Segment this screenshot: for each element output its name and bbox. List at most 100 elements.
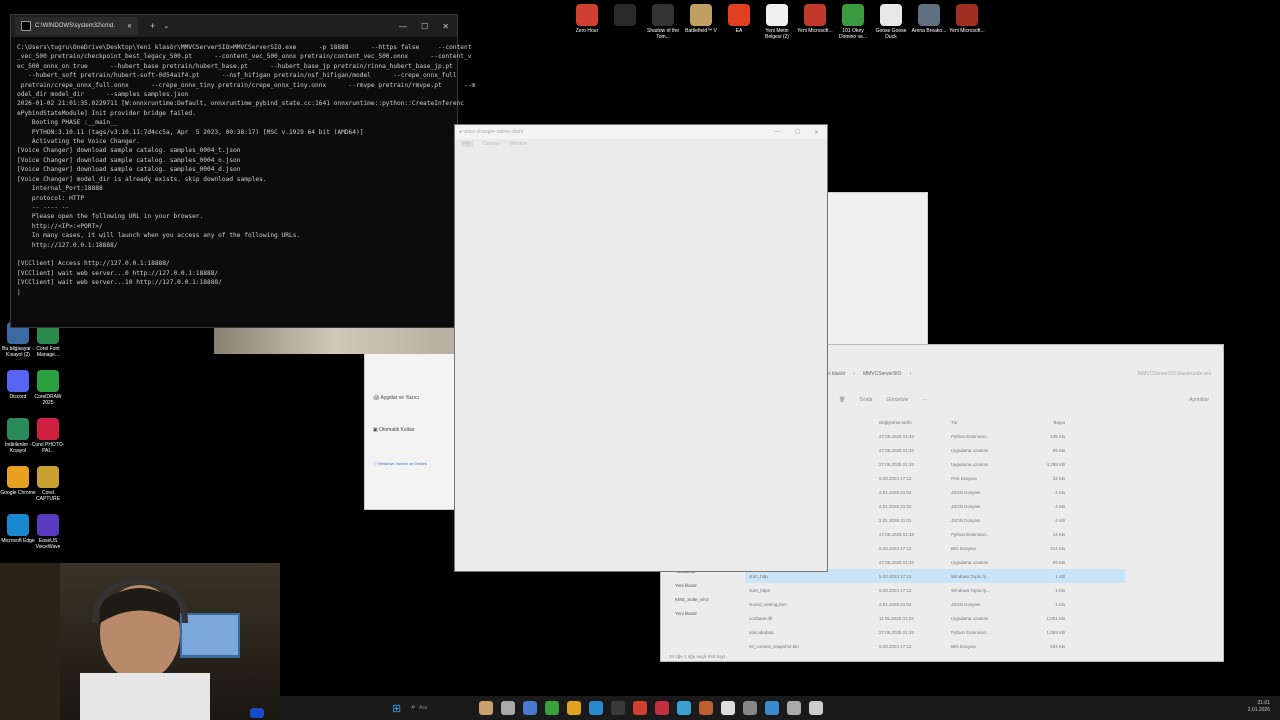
desktop-shortcut[interactable] bbox=[606, 4, 644, 28]
breadcrumb-item[interactable]: MMVCServerSIO bbox=[863, 371, 902, 377]
desktop-shortcut[interactable]: Corel PHOTO-PAI... bbox=[30, 418, 66, 454]
desktop-shortcut[interactable]: Yeni Metin Belgesi (2) bbox=[758, 4, 796, 40]
cell-date: 2.01.2026 21:01 bbox=[879, 489, 912, 495]
desktop-shortcut[interactable]: Zero Hour bbox=[568, 4, 606, 34]
trash-icon[interactable]: 🗑 bbox=[839, 397, 845, 403]
maximize-icon[interactable]: ☐ bbox=[795, 129, 800, 136]
table-row[interactable]: ucrtbase.dll 11.05.2025 01:23 Uygulama uza… bbox=[745, 611, 1125, 625]
desktop-shortcut[interactable]: Corel CAPTURE bbox=[30, 466, 66, 502]
taskbar-app-icon[interactable] bbox=[545, 701, 560, 715]
taskbar-app-icon[interactable] bbox=[765, 701, 780, 715]
menu-display[interactable]: Display bbox=[483, 141, 499, 147]
view-button[interactable]: Görüntüle bbox=[886, 397, 908, 403]
taskbar-app-icon[interactable] bbox=[655, 701, 670, 715]
native-client-window[interactable]: ● voice-changer-native-client — ☐ ✕ File… bbox=[454, 124, 828, 572]
desktop-shortcut[interactable]: Yeni Microsoft... bbox=[948, 4, 986, 34]
desktop-shortcut[interactable]: Yeni Microsoft... bbox=[796, 4, 834, 34]
taskbar-app-icon[interactable] bbox=[787, 701, 802, 715]
table-row[interactable]: start_https 5.03.2024 17:12 Windows Toplu … bbox=[745, 583, 1125, 597]
table-row[interactable]: stored_setting.json 2.01.2026 21:01 JSON D… bbox=[745, 597, 1125, 611]
shortcut-label: Arena Breako... bbox=[911, 28, 947, 34]
cell-size: 14 KB bbox=[1052, 531, 1065, 537]
settings-item-autoplay[interactable]: ▣ Otomatik Kullan bbox=[373, 427, 414, 433]
cell-size: 4 KB bbox=[1055, 503, 1065, 509]
nav-item[interactable]: KMS_Suite_v9.0 bbox=[675, 593, 709, 607]
desktop-shortcut[interactable]: 101 Okey Domino ve... bbox=[834, 4, 872, 40]
minimize-icon[interactable]: — bbox=[399, 22, 407, 31]
header-size[interactable]: Boyut bbox=[1025, 420, 1065, 425]
taskbar-app-icon[interactable] bbox=[501, 701, 516, 715]
background-window[interactable] bbox=[826, 192, 928, 347]
start-icon[interactable]: ⊞ bbox=[392, 702, 401, 715]
maximize-icon[interactable]: ☐ bbox=[421, 22, 428, 31]
explorer-toolbar: 🗑 Sırala Görüntüle ··· bbox=[839, 397, 927, 403]
details-button[interactable]: Ayrıntılar bbox=[1189, 397, 1209, 403]
header-type[interactable]: Tür bbox=[951, 420, 1025, 425]
taskbar-app-icon[interactable] bbox=[699, 701, 714, 715]
printer-icon: 🖨 bbox=[373, 395, 380, 401]
desktop-shortcut[interactable]: Shadow of the Tom... bbox=[644, 4, 682, 40]
shortcut-label: Corel CAPTURE bbox=[36, 490, 60, 502]
taskbar-app-icon[interactable] bbox=[567, 701, 582, 715]
shortcut-label: Zero Hour bbox=[575, 28, 599, 34]
cmd-window[interactable]: C:\WINDOWS\system32\cmd. ✕ + ⌄ — ☐ ✕ C:\… bbox=[10, 14, 475, 328]
desktop-shortcut[interactable]: EaseUS VoiceWave bbox=[30, 514, 66, 550]
close-icon[interactable]: ✕ bbox=[814, 129, 819, 136]
native-titlebar[interactable]: ● voice-changer-native-client — ☐ ✕ bbox=[455, 125, 827, 139]
app-icon bbox=[766, 4, 788, 26]
taskbar-app-icon[interactable] bbox=[589, 701, 604, 715]
menu-window[interactable]: Window bbox=[509, 141, 527, 147]
tab-title: C:\WINDOWS\system32\cmd. bbox=[35, 23, 116, 29]
cell-date: 5.03.2024 17:12 bbox=[879, 587, 912, 593]
taskbar-app-icon[interactable] bbox=[809, 701, 824, 715]
breadcrumb[interactable]: Yeni klasör › MMVCServerSIO › bbox=[821, 371, 911, 377]
desktop-shortcut[interactable]: Arena Breako... bbox=[910, 4, 948, 34]
taskbar-app-icon[interactable] bbox=[743, 701, 758, 715]
shortcut-label: 101 Okey Domino ve... bbox=[838, 28, 868, 40]
cell-type: Uygulama uzantısı bbox=[951, 559, 989, 565]
taskbar-search[interactable]: Ara bbox=[419, 705, 479, 711]
table-row[interactable]: unicodedata 27.05.2025 01:33 Python Extens… bbox=[745, 625, 1125, 639]
desktop-shortcut[interactable]: CorelDRAW 2025 bbox=[30, 370, 66, 406]
search-input[interactable]: MMVCServerSIO klasöründe ara bbox=[1138, 371, 1211, 377]
cell-date: 11.05.2025 01:23 bbox=[879, 615, 914, 621]
taskbar-app-icon[interactable] bbox=[523, 701, 538, 715]
menu-file[interactable]: File bbox=[461, 141, 474, 147]
desktop-shortcut[interactable]: EA bbox=[720, 4, 758, 34]
shortcut-label: Yeni Microsoft... bbox=[797, 28, 833, 34]
cell-date: 5.03.2024 17:12 bbox=[879, 545, 912, 551]
desktop-shortcut[interactable]: Battlefield™ V bbox=[682, 4, 720, 34]
desktop-shortcut[interactable]: Goose Goose Duck bbox=[872, 4, 910, 40]
nav-item[interactable]: Yeni klasör bbox=[675, 579, 709, 593]
cell-size: 59 KB bbox=[1052, 559, 1065, 565]
cell-type: BIN Dosyası bbox=[951, 643, 977, 649]
chevron-right-icon: › bbox=[909, 371, 912, 377]
cmd-titlebar[interactable]: C:\WINDOWS\system32\cmd. ✕ + ⌄ — ☐ ✕ bbox=[11, 15, 457, 37]
settings-item-help[interactable]: ⓘ Windows Yardım ve Destek bbox=[373, 461, 427, 467]
taskbar-app-icon[interactable] bbox=[721, 701, 736, 715]
app-icon bbox=[728, 4, 750, 26]
minimize-icon[interactable]: — bbox=[775, 129, 781, 136]
cell-type: Python Extension... bbox=[951, 629, 990, 635]
webcam-person-image bbox=[0, 563, 264, 720]
close-tab-icon[interactable]: ✕ bbox=[127, 23, 132, 30]
nav-item[interactable]: Yeni klasör bbox=[675, 607, 709, 621]
chevron-down-icon[interactable]: ⌄ bbox=[163, 22, 169, 30]
sort-button[interactable]: Sırala bbox=[859, 397, 872, 403]
search-icon[interactable]: ⌕ bbox=[411, 704, 415, 712]
settings-item-devices[interactable]: 🖨 Aygıtlar ve Yazıcı bbox=[373, 395, 419, 401]
header-date[interactable]: Değiştirme tarihi bbox=[879, 420, 951, 425]
close-icon[interactable]: ✕ bbox=[442, 22, 449, 31]
add-tab-icon[interactable]: + bbox=[150, 21, 155, 31]
table-row[interactable]: v8_context_snapshot.bin 5.03.2024 17:12 BI… bbox=[745, 639, 1125, 653]
system-tray[interactable]: 21:01 2.01.2026 bbox=[1248, 700, 1270, 714]
more-icon[interactable]: ··· bbox=[922, 397, 927, 403]
taskbar-app-icon[interactable] bbox=[633, 701, 648, 715]
console-output[interactable]: C:\Users\tugru\OneDrive\Desktop\Yeni kla… bbox=[11, 37, 475, 303]
taskbar-app-icon[interactable] bbox=[677, 701, 692, 715]
cell-size: 1 KB bbox=[1055, 573, 1065, 579]
taskbar-app-icon[interactable] bbox=[611, 701, 626, 715]
shortcut-label: EaseUS VoiceWave bbox=[35, 538, 61, 550]
taskbar-app-icon[interactable] bbox=[479, 701, 494, 715]
cmd-tab[interactable]: C:\WINDOWS\system32\cmd. ✕ bbox=[15, 17, 139, 35]
